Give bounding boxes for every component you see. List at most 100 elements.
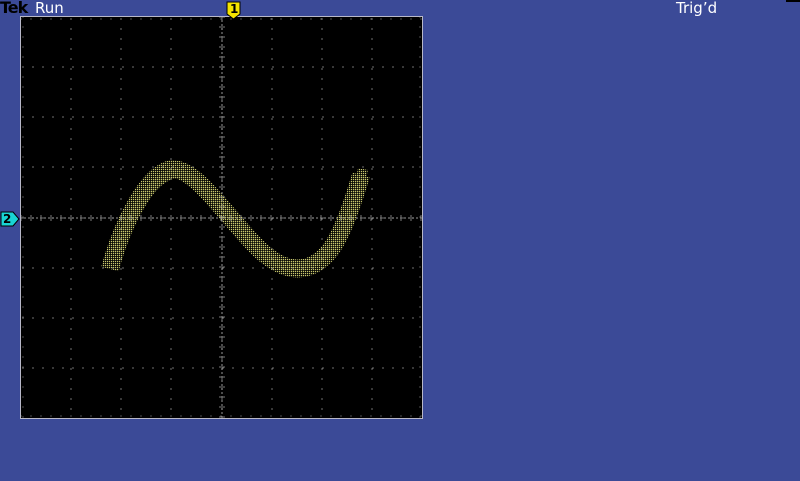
graticule-dot (252, 267, 254, 269)
graticule-dot (22, 186, 24, 188)
graticule-dot (380, 18, 382, 20)
graticule-dot (92, 367, 94, 369)
graticule-dot (371, 68, 373, 70)
graticule-dot (70, 118, 72, 120)
graticule-dot (252, 367, 254, 369)
graticule-dot (221, 152, 223, 154)
graticule-dot (256, 217, 258, 219)
graticule-dot (342, 116, 344, 118)
graticule-dot (28, 217, 30, 219)
graticule-dot (332, 267, 334, 269)
channel1-position-marker[interactable]: 1 (226, 1, 241, 20)
graticule-dot (221, 128, 223, 130)
graticule-dot (221, 280, 223, 282)
graticule-dot (302, 317, 304, 319)
graticule-dot (221, 168, 223, 170)
graticule-dot (122, 317, 124, 319)
graticule-dot (190, 18, 192, 20)
graticule-dot (221, 160, 223, 162)
graticule-dot (322, 217, 324, 219)
graticule-dot (302, 66, 304, 68)
graticule-dot (271, 238, 273, 240)
graticule-dot (221, 340, 223, 342)
graticule-dot (420, 18, 422, 20)
graticule-dot (321, 28, 323, 30)
graticule-dot (271, 288, 273, 290)
graticule-dot (419, 376, 421, 378)
graticule-dot (371, 288, 373, 290)
graticule-dot (120, 88, 122, 90)
graticule-dot (24, 217, 26, 219)
graticule-dot (170, 208, 172, 210)
graticule-dot (371, 398, 373, 400)
graticule-dot (332, 367, 334, 369)
graticule-dot (371, 248, 373, 250)
graticule-dot (172, 116, 174, 118)
graticule-dot (242, 166, 244, 168)
graticule-dot (321, 118, 323, 120)
graticule-dot (21, 18, 22, 20)
graticule-dot (120, 68, 122, 70)
graticule-dot (32, 317, 34, 319)
graticule-dot (410, 18, 412, 20)
graticule-dot (221, 352, 223, 354)
channel1-marker-label: 1 (230, 2, 239, 16)
graticule-dot (22, 26, 24, 28)
graticule-dot (419, 86, 421, 88)
graticule-dot (92, 116, 94, 118)
graticule-dot (120, 268, 122, 270)
graticule-dot (371, 168, 373, 170)
graticule-dot (92, 217, 94, 219)
graticule-dot (221, 192, 223, 194)
graticule-dot (342, 267, 344, 269)
graticule-dot (384, 217, 386, 219)
graticule-dot (262, 317, 264, 319)
graticule-dot (212, 367, 214, 369)
graticule-dot (42, 166, 44, 168)
graticule-dot (70, 318, 72, 320)
graticule-dot (42, 66, 44, 68)
graticule-dot (70, 28, 72, 30)
graticule-dot (72, 166, 74, 168)
graticule-dot (371, 308, 373, 310)
graticule-dot (264, 217, 266, 219)
graticule-dot (371, 48, 373, 50)
graticule-dot (272, 116, 274, 118)
graticule-dot (122, 66, 124, 68)
graticule-dot (221, 298, 223, 300)
graticule-dot (170, 148, 172, 150)
graticule-dot (152, 66, 154, 68)
graticule-dot (36, 217, 38, 219)
graticule-dot (152, 166, 154, 168)
graticule-dot (22, 226, 24, 228)
graticule-dot (142, 66, 144, 68)
graticule-dot (32, 367, 34, 369)
channel2-marker-label: 2 (3, 212, 12, 226)
graticule-dot (70, 78, 72, 80)
graticule-dot (120, 368, 122, 370)
graticule-dot (252, 217, 254, 219)
graticule-dot (192, 367, 194, 369)
graticule-dot (120, 338, 122, 340)
graticule-dot (271, 148, 273, 150)
graticule-dot (170, 68, 172, 70)
graticule-dot (112, 66, 114, 68)
graticule-dot (396, 217, 398, 219)
graticule-dot (221, 300, 223, 302)
graticule-dot (271, 28, 273, 30)
graticule-dot (120, 138, 122, 140)
channel2-position-marker[interactable]: 2 (0, 211, 20, 227)
graticule-dot (282, 367, 284, 369)
graticule-dot (371, 338, 373, 340)
graticule-dot (32, 116, 34, 118)
graticule-dot (340, 18, 342, 20)
graticule-dot (221, 312, 223, 314)
graticule-dot (82, 267, 84, 269)
graticule-dot (110, 18, 112, 20)
graticule-dot (221, 388, 223, 390)
graticule-dot (221, 228, 223, 230)
graticule-dot (192, 317, 194, 319)
graticule-dot (321, 88, 323, 90)
graticule-dot (242, 267, 244, 269)
graticule-dot (242, 116, 244, 118)
